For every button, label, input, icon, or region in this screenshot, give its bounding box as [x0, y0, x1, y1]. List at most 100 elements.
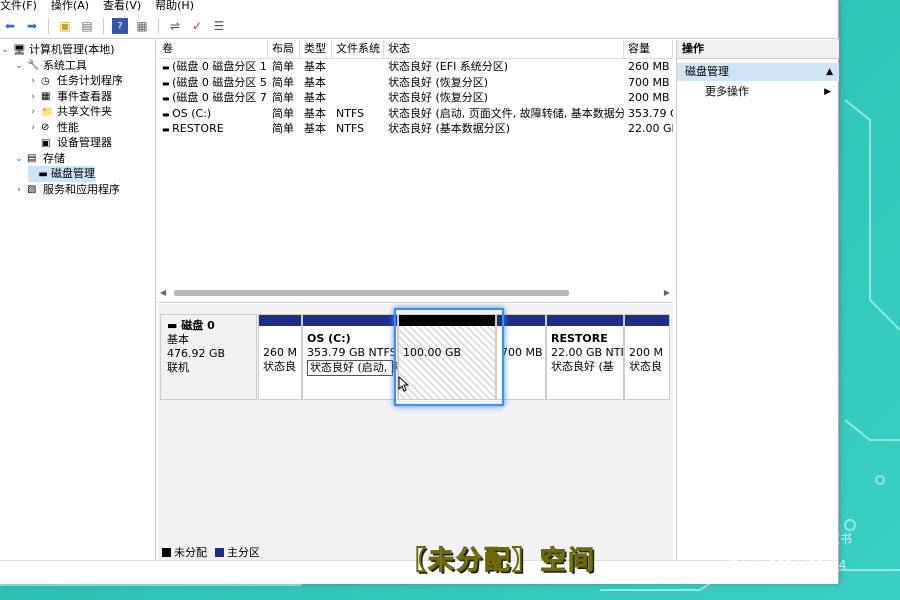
tree-item-label: 计算机管理(本地) [29, 43, 115, 56]
disk-state: 联机 [167, 361, 189, 374]
legend-unallocated: 未分配 [162, 544, 207, 560]
column-capacity[interactable]: 容量 [624, 40, 673, 58]
expand-arrow-icon[interactable]: ⌄ [14, 58, 24, 74]
column-volume[interactable]: 卷 [158, 40, 268, 58]
tree-item[interactable]: ⌄ 🖥 计算机管理(本地) [0, 42, 115, 58]
expand-arrow-icon[interactable]: ⌄ [14, 151, 24, 167]
more-actions-item[interactable]: 更多操作 ▶ [677, 83, 839, 101]
back-icon[interactable]: ⬅ [2, 18, 18, 34]
volume-status: 状态良好 (EFI 系统分区) [388, 60, 509, 73]
volume-type: 基本 [304, 75, 326, 89]
watermark-logo: 小红书 [816, 532, 853, 546]
partition-status: 状态良好 (基 [551, 360, 614, 373]
expand-arrow-icon[interactable]: › [14, 182, 24, 198]
volume-name: ▬ OS (C:) [158, 106, 268, 122]
folder-icon: 📁 [41, 106, 54, 118]
tree-item[interactable]: ⌄ ▤ 存储 [14, 151, 65, 167]
volume-type: 基本 [304, 106, 326, 120]
partition-size: 353.79 GB NTFS [307, 346, 397, 359]
volume-name: ▬ (磁盘 0 磁盘分区 1) [158, 59, 268, 75]
scrollbar-thumb[interactable] [174, 290, 569, 296]
column-type[interactable]: 类型 [300, 40, 332, 58]
partition-recovery-2[interactable]: 200 M 状态良 [624, 314, 670, 400]
forward-icon[interactable]: ➡ [24, 18, 40, 34]
partition-os-c[interactable]: OS (C:)353.79 GB NTFS状态良好 (启动, 页面文件, 故障转… [302, 314, 398, 400]
volume-row[interactable]: ▬ RESTORE 简单基本 NTFS 状态良好 (基本数据分区) 22.00 GE [158, 121, 673, 137]
check-icon[interactable]: ✓ [189, 18, 205, 34]
partition-efi[interactable]: 260 M 状态良 [258, 314, 302, 400]
scroll-right-icon[interactable]: ▶ [664, 288, 670, 297]
volume-name: ▬ RESTORE [158, 121, 268, 137]
volume-icon: ▬ [162, 125, 173, 134]
tree-item-label: 性能 [57, 120, 79, 134]
legend-primary: 主分区 [215, 544, 260, 560]
volume-icon: ▬ [162, 63, 173, 72]
watermark-id: 小红书号: 2554458654 [714, 558, 847, 572]
volume-name: (磁盘 0 磁盘分区 7) [172, 91, 268, 104]
volume-status: 状态良好 (恢复分区) [388, 91, 489, 104]
disk-info[interactable]: ▬ 磁盘 0 基本 476.92 GB 联机 [160, 314, 257, 400]
tree-item[interactable]: ▬ 磁盘管理 [28, 166, 95, 182]
connect-icon[interactable]: ⇌ [167, 18, 183, 34]
volume-name: (磁盘 0 磁盘分区 1) [172, 60, 268, 73]
volume-row[interactable]: ▬ (磁盘 0 磁盘分区 7) 简单 基本 状态良好 (恢复分区) 200 MB [158, 90, 673, 106]
disk-icon: ▬ [38, 168, 48, 180]
computer-management-window: 文件(F) 操作(A) 查看(V) 帮助(H) ⬅ ➡ ▣ ▤ ? ▦ ⇌ ✓ … [0, 0, 840, 584]
legend-swatch-black [162, 548, 171, 557]
tree-item[interactable]: › ▧ 服务和应用程序 [14, 182, 120, 198]
tree-item[interactable]: ⌄ 🔧 系统工具 [14, 58, 87, 74]
menu-action[interactable]: 操作(A) [51, 0, 89, 14]
partition-bar [259, 315, 301, 326]
menu-file[interactable]: 文件(F) [0, 0, 37, 14]
volume-row[interactable]: ▬ (磁盘 0 磁盘分区 1) 简单 基本 状态良好 (EFI 系统分区) 260 MB [158, 59, 673, 75]
disk-type: 基本 [167, 333, 189, 346]
event-icon: ▦ [41, 91, 51, 102]
volume-icon: ▬ [162, 78, 173, 88]
expand-arrow-icon[interactable]: › [28, 73, 38, 89]
properties-icon[interactable]: ▦ [134, 18, 150, 34]
tree-item[interactable]: › ⊘ 性能 [28, 120, 79, 136]
menu-view[interactable]: 查看(V) [103, 0, 141, 14]
partition-restore[interactable]: RESTORE 22.00 GB NTF 状态良好 (基 [546, 314, 624, 400]
partition-title: RESTORE [551, 332, 608, 345]
menu-help[interactable]: 帮助(H) [155, 0, 194, 14]
mouse-cursor-icon [398, 376, 410, 392]
volume-row[interactable]: ▬ OS (C:) 简单 基本 NTFS 状态良好 (启动, 页面文件, 故障转储, 基… [158, 106, 673, 122]
volume-type: 基本 [304, 60, 326, 73]
disk-size: 476.92 GB [167, 347, 226, 360]
actions-section-disk-management[interactable]: 磁盘管理 ▲ [677, 63, 839, 81]
column-status[interactable]: 状态 [384, 40, 624, 58]
volume-row[interactable]: ▬ (磁盘 0 磁盘分区 5) 简单 基本 状态良好 (恢复分区) 700 MB [158, 75, 673, 91]
tree-item[interactable]: › 📁 共享文件夹 [28, 104, 112, 120]
partition-bar [547, 315, 623, 326]
show-hide-tree-icon[interactable]: ▤ [79, 18, 95, 34]
horizontal-scrollbar[interactable]: ◀ ▶ [160, 288, 670, 298]
tree-item-label: 服务和应用程序 [43, 182, 120, 196]
volume-name: ▬ (磁盘 0 磁盘分区 5) [158, 75, 268, 91]
expand-arrow-icon[interactable]: › [28, 104, 38, 120]
tree-item[interactable]: › ▦ 事件查看器 [28, 89, 112, 105]
disk-name: 磁盘 0 [181, 319, 215, 332]
list-view-icon[interactable]: ☰ [211, 18, 227, 34]
tools-icon: 🔧 [27, 60, 40, 71]
tree-item[interactable]: ▣ 设备管理器 [28, 135, 112, 151]
tree-item-label: 磁盘管理 [51, 167, 95, 180]
scroll-left-icon[interactable]: ◀ [160, 288, 166, 297]
help-icon[interactable]: ? [112, 18, 128, 34]
actions-title: 操作 [677, 40, 839, 59]
up-folder-icon[interactable]: ▣ [57, 18, 73, 34]
partition-bar [497, 315, 545, 326]
volume-icon: ▬ [162, 94, 173, 103]
expand-arrow-icon[interactable]: ⌄ [0, 42, 10, 58]
expand-arrow-icon[interactable]: › [28, 89, 38, 105]
column-filesystem[interactable]: 文件系统 [332, 40, 384, 58]
volume-name: OS (C:) [172, 106, 212, 120]
computer-icon: 🖥 [13, 44, 26, 56]
legend-swatch-blue [215, 548, 224, 557]
volume-fs: NTFS [336, 122, 365, 135]
expand-arrow-icon[interactable]: › [28, 120, 38, 136]
collapse-up-icon[interactable]: ▲ [826, 63, 833, 81]
volume-cap: 260 MB [628, 60, 670, 73]
column-layout[interactable]: 布局 [268, 40, 300, 58]
tree-item[interactable]: › ◷ 任务计划程序 [28, 73, 123, 89]
